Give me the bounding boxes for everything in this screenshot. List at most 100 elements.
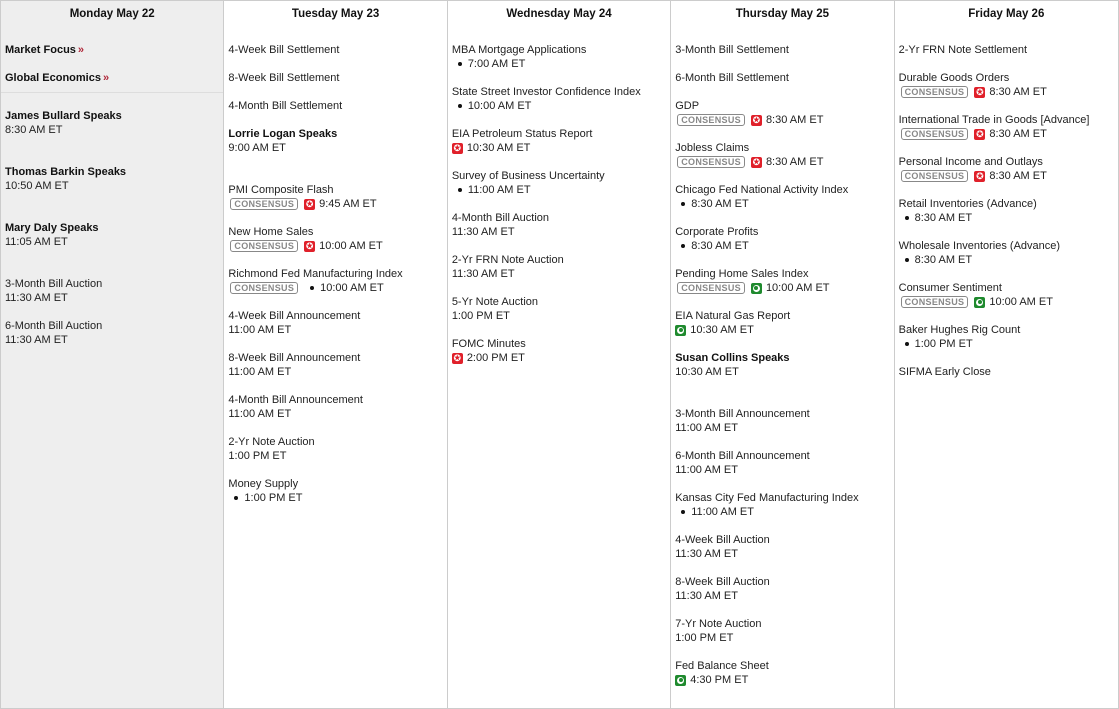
event-item[interactable]: Consumer Sentiment CONSENSUS 10:00 AM ET bbox=[899, 281, 1114, 309]
event-title[interactable]: Baker Hughes Rig Count bbox=[899, 323, 1114, 337]
event-item[interactable]: 4-Week Bill Announcement 11:00 AM ET bbox=[228, 309, 442, 337]
event-item[interactable]: James Bullard Speaks 8:30 AM ET bbox=[5, 109, 219, 137]
consensus-badge[interactable]: CONSENSUS bbox=[677, 282, 745, 294]
event-title[interactable]: Survey of Business Uncertainty bbox=[452, 169, 666, 183]
event-title[interactable]: 6-Month Bill Settlement bbox=[675, 71, 889, 85]
event-title[interactable]: MBA Mortgage Applications bbox=[452, 43, 666, 57]
event-title[interactable]: Chicago Fed National Activity Index bbox=[675, 183, 889, 197]
event-item[interactable]: 3-Month Bill Announcement 11:00 AM ET bbox=[675, 407, 889, 435]
event-item[interactable]: 2-Yr Note Auction 1:00 PM ET bbox=[228, 435, 442, 463]
event-item[interactable]: Fed Balance Sheet 4:30 PM ET bbox=[675, 659, 889, 687]
consensus-badge[interactable]: CONSENSUS bbox=[230, 282, 299, 294]
event-title[interactable]: 4-Week Bill Settlement bbox=[228, 43, 442, 57]
event-item[interactable]: 6-Month Bill Settlement bbox=[675, 71, 889, 85]
event-title[interactable]: 2-Yr FRN Note Settlement bbox=[899, 43, 1114, 57]
event-title[interactable]: Consumer Sentiment bbox=[899, 281, 1114, 295]
event-title[interactable]: 6-Month Bill Auction bbox=[5, 319, 219, 333]
consensus-badge[interactable]: CONSENSUS bbox=[677, 114, 745, 126]
event-item[interactable]: Retail Inventories (Advance) 8:30 AM ET bbox=[899, 197, 1114, 225]
event-title[interactable]: International Trade in Goods [Advance] bbox=[899, 113, 1114, 127]
event-item[interactable]: 8-Week Bill Settlement bbox=[228, 71, 442, 85]
event-title[interactable]: Fed Balance Sheet bbox=[675, 659, 889, 673]
event-title[interactable]: 7-Yr Note Auction bbox=[675, 617, 889, 631]
event-title[interactable]: SIFMA Early Close bbox=[899, 365, 1114, 379]
event-item[interactable]: MBA Mortgage Applications 7:00 AM ET bbox=[452, 43, 666, 71]
event-item[interactable]: 7-Yr Note Auction 1:00 PM ET bbox=[675, 617, 889, 645]
event-title[interactable]: Corporate Profits bbox=[675, 225, 889, 239]
event-title[interactable]: 8-Week Bill Announcement bbox=[228, 351, 442, 365]
event-item[interactable]: Pending Home Sales Index CONSENSUS 10:00 A… bbox=[675, 267, 889, 295]
event-item[interactable]: Chicago Fed National Activity Index 8:30 … bbox=[675, 183, 889, 211]
event-title[interactable]: Kansas City Fed Manufacturing Index bbox=[675, 491, 889, 505]
event-title[interactable]: Thomas Barkin Speaks bbox=[5, 165, 219, 179]
event-item[interactable]: Baker Hughes Rig Count 1:00 PM ET bbox=[899, 323, 1114, 351]
event-title[interactable]: FOMC Minutes bbox=[452, 337, 666, 351]
event-item[interactable]: 4-Month Bill Settlement bbox=[228, 99, 442, 113]
event-title[interactable]: 6-Month Bill Announcement bbox=[675, 449, 889, 463]
event-title[interactable]: 3-Month Bill Announcement bbox=[675, 407, 889, 421]
event-title[interactable]: 3-Month Bill Auction bbox=[5, 277, 219, 291]
event-item[interactable]: GDP CONSENSUS ✪ 8:30 AM ET bbox=[675, 99, 889, 127]
event-item[interactable]: 4-Week Bill Settlement bbox=[228, 43, 442, 57]
event-item[interactable]: Thomas Barkin Speaks 10:50 AM ET bbox=[5, 165, 219, 193]
event-title[interactable]: PMI Composite Flash bbox=[228, 183, 442, 197]
consensus-badge[interactable]: CONSENSUS bbox=[900, 170, 969, 182]
event-title[interactable]: Personal Income and Outlays bbox=[899, 155, 1114, 169]
consensus-badge[interactable]: CONSENSUS bbox=[230, 198, 299, 210]
event-item[interactable]: EIA Petroleum Status Report ✪ 10:30 AM ET bbox=[451, 127, 666, 155]
event-item[interactable]: Personal Income and Outlays CONSENSUS ✪ 8:3… bbox=[899, 155, 1114, 183]
consensus-badge[interactable]: CONSENSUS bbox=[230, 240, 299, 252]
event-title[interactable]: EIA Petroleum Status Report bbox=[452, 127, 666, 141]
event-item[interactable]: FOMC Minutes ✪ 2:00 PM ET bbox=[451, 337, 666, 365]
event-title[interactable]: Pending Home Sales Index bbox=[675, 267, 889, 281]
event-title[interactable]: GDP bbox=[675, 99, 889, 113]
event-title[interactable]: Wholesale Inventories (Advance) bbox=[899, 239, 1114, 253]
event-item[interactable]: EIA Natural Gas Report 10:30 AM ET bbox=[675, 309, 889, 337]
event-item[interactable]: Mary Daly Speaks 11:05 AM ET bbox=[5, 221, 219, 249]
event-item[interactable]: Durable Goods Orders CONSENSUS ✪ 8:30 AM ET bbox=[899, 71, 1114, 99]
event-item[interactable]: 6-Month Bill Auction 11:30 AM ET bbox=[5, 319, 219, 347]
event-title[interactable]: 4-Month Bill Settlement bbox=[228, 99, 442, 113]
consensus-badge[interactable]: CONSENSUS bbox=[900, 296, 969, 308]
event-title[interactable]: 3-Month Bill Settlement bbox=[675, 43, 889, 57]
event-title[interactable]: Jobless Claims bbox=[675, 141, 889, 155]
event-item[interactable]: 8-Week Bill Announcement 11:00 AM ET bbox=[228, 351, 442, 379]
event-title[interactable]: James Bullard Speaks bbox=[5, 109, 219, 123]
event-item[interactable]: State Street Investor Confidence Index 10… bbox=[452, 85, 666, 113]
consensus-badge[interactable]: CONSENSUS bbox=[677, 156, 745, 168]
event-item[interactable]: International Trade in Goods [Advance] CO… bbox=[899, 113, 1114, 141]
event-title[interactable]: Lorrie Logan Speaks bbox=[228, 127, 442, 141]
event-title[interactable]: 8-Week Bill Settlement bbox=[228, 71, 442, 85]
link-label[interactable]: Global Economics bbox=[5, 72, 101, 84]
event-item[interactable]: 4-Month Bill Auction 11:30 AM ET bbox=[452, 211, 666, 239]
event-title[interactable]: Money Supply bbox=[228, 477, 442, 491]
event-title[interactable]: Mary Daly Speaks bbox=[5, 221, 219, 235]
event-item[interactable]: PMI Composite Flash CONSENSUS ✪ 9:45 AM ET bbox=[228, 183, 442, 211]
event-item[interactable]: Money Supply 1:00 PM ET bbox=[228, 477, 442, 505]
event-title[interactable]: 5-Yr Note Auction bbox=[452, 295, 666, 309]
link-label[interactable]: Market Focus bbox=[5, 44, 76, 56]
consensus-badge[interactable]: CONSENSUS bbox=[900, 128, 969, 140]
event-item[interactable]: Richmond Fed Manufacturing Index CONSENSU… bbox=[228, 267, 442, 295]
event-title[interactable]: Retail Inventories (Advance) bbox=[899, 197, 1114, 211]
event-title[interactable]: 4-Month Bill Announcement bbox=[228, 393, 442, 407]
event-item[interactable]: Susan Collins Speaks 10:30 AM ET bbox=[675, 351, 889, 379]
event-item[interactable]: SIFMA Early Close bbox=[899, 365, 1114, 379]
event-item[interactable]: 4-Week Bill Auction 11:30 AM ET bbox=[675, 533, 889, 561]
event-title[interactable]: 4-Month Bill Auction bbox=[452, 211, 666, 225]
event-item[interactable]: 6-Month Bill Announcement 11:00 AM ET bbox=[675, 449, 889, 477]
consensus-badge[interactable]: CONSENSUS bbox=[900, 86, 969, 98]
event-item[interactable]: 4-Month Bill Announcement 11:00 AM ET bbox=[228, 393, 442, 421]
event-item[interactable]: 8-Week Bill Auction 11:30 AM ET bbox=[675, 575, 889, 603]
event-title[interactable]: 2-Yr Note Auction bbox=[228, 435, 442, 449]
event-item[interactable]: Corporate Profits 8:30 AM ET bbox=[675, 225, 889, 253]
link-market-focus[interactable]: Market Focus» bbox=[5, 43, 219, 57]
event-item[interactable]: 2-Yr FRN Note Settlement bbox=[899, 43, 1114, 57]
event-item[interactable]: New Home Sales CONSENSUS ✪ 10:00 AM ET bbox=[228, 225, 442, 253]
event-item[interactable]: 3-Month Bill Auction 11:30 AM ET bbox=[5, 277, 219, 305]
event-item[interactable]: Survey of Business Uncertainty 11:00 AM E… bbox=[452, 169, 666, 197]
event-title[interactable]: EIA Natural Gas Report bbox=[675, 309, 889, 323]
event-title[interactable]: New Home Sales bbox=[228, 225, 442, 239]
event-title[interactable]: 2-Yr FRN Note Auction bbox=[452, 253, 666, 267]
event-title[interactable]: Richmond Fed Manufacturing Index bbox=[228, 267, 442, 281]
